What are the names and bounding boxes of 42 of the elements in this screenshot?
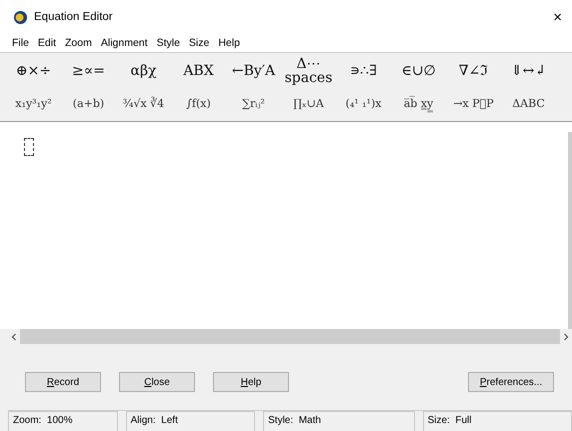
window-title: Equation Editor: [34, 11, 114, 23]
template-palette-button[interactable]: Δ⋯ spaces: [281, 56, 336, 86]
status-field: Style: Math: [263, 411, 415, 431]
menu-item[interactable]: Style: [156, 37, 180, 49]
template-palette-button[interactable]: (₄¹ ₁¹)x: [336, 88, 391, 118]
scrollbar-thumb[interactable]: [20, 329, 560, 344]
template-palette-button[interactable]: ≥∝=: [61, 56, 116, 86]
app-icon: [13, 10, 28, 24]
template-palette-button[interactable]: ∍∴∃: [336, 56, 391, 86]
scroll-right-icon[interactable]: [563, 332, 569, 340]
status-field: Align: Left: [126, 411, 256, 431]
template-palette-button[interactable]: (a+b): [61, 88, 116, 118]
dialog-button[interactable]: Record: [25, 372, 101, 392]
template-palette-button[interactable]: ΔABC: [501, 88, 556, 118]
status-field: Zoom: 100%: [8, 411, 118, 431]
menu-item[interactable]: File: [12, 37, 29, 49]
scroll-left-icon[interactable]: [11, 332, 17, 340]
template-palette-button[interactable]: αβχ: [116, 56, 171, 86]
menu-item[interactable]: Edit: [38, 37, 56, 49]
close-button[interactable]: ×: [553, 8, 562, 26]
menu-item[interactable]: Help: [218, 37, 240, 49]
dialog-button[interactable]: Close: [119, 372, 195, 392]
dialog-button[interactable]: Help: [213, 372, 289, 392]
status-field: Size: Full: [422, 411, 572, 431]
template-palette-button[interactable]: ⊕×÷: [6, 56, 61, 86]
template-palette-button[interactable]: ⇓↔↲: [501, 56, 556, 86]
dialog-button[interactable]: Preferences...: [468, 372, 554, 392]
template-palette-button[interactable]: ∏ₓ∪A: [281, 88, 336, 118]
template-palette-button[interactable]: ∇∠ℑ: [446, 56, 501, 86]
menu-item[interactable]: Size: [188, 37, 210, 49]
menu-item[interactable]: Zoom: [65, 37, 92, 49]
template-palette-button[interactable]: ∫f(x): [171, 88, 226, 118]
template-palette-button[interactable]: a̅b̅ x̳y̳: [391, 88, 446, 118]
template-palette-button[interactable]: ∈∪∅: [391, 56, 446, 86]
template-palette-button[interactable]: x₁y³₁y²: [6, 88, 61, 118]
menu-item[interactable]: Alignment: [100, 37, 148, 49]
template-palette-button[interactable]: ←By′A: [226, 56, 281, 86]
vertical-scrollbar[interactable]: [568, 132, 572, 329]
template-palette-button[interactable]: ¾√x ∛4: [116, 88, 171, 118]
template-palette-button[interactable]: ΑΒΧ: [171, 56, 226, 86]
template-palette-button[interactable]: ∑rᵢⱼ²: [226, 88, 281, 118]
template-palette-button[interactable]: →x P⃗P: [446, 88, 501, 118]
